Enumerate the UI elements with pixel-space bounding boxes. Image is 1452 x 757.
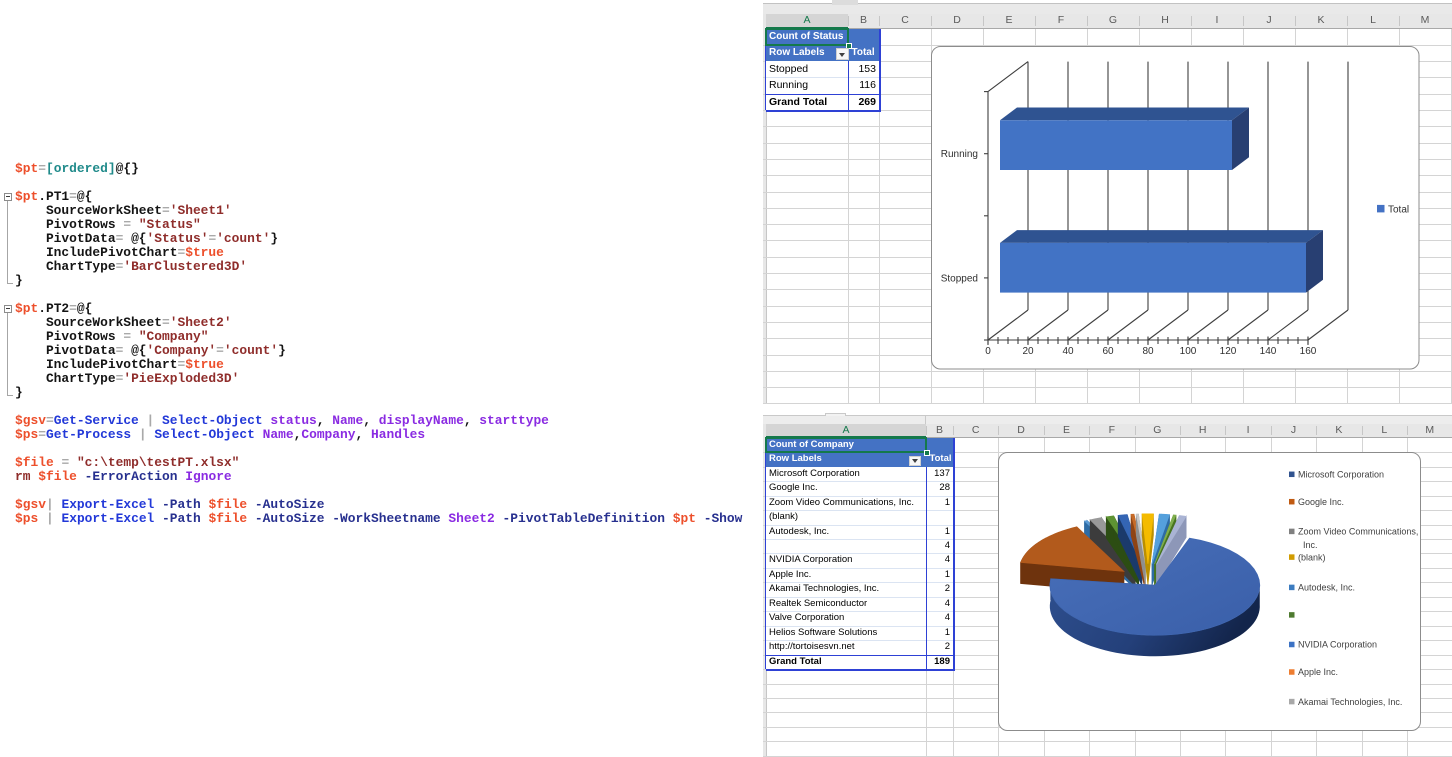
svg-text:Google Inc.: Google Inc.	[1298, 497, 1344, 507]
svg-text:Microsoft Corporation: Microsoft Corporation	[1298, 470, 1384, 480]
svg-text:120: 120	[1220, 346, 1237, 357]
svg-text:140: 140	[1260, 346, 1277, 357]
svg-text:Total: Total	[1388, 204, 1409, 215]
svg-text:60: 60	[1102, 346, 1114, 357]
svg-text:Autodesk, Inc.: Autodesk, Inc.	[1298, 583, 1355, 593]
svg-text:Running: Running	[941, 149, 978, 160]
svg-text:0: 0	[985, 346, 991, 357]
svg-text:20: 20	[1022, 346, 1034, 357]
svg-text:Zoom Video Communications,: Zoom Video Communications,	[1298, 527, 1418, 537]
svg-text:(blank): (blank)	[1298, 552, 1326, 562]
svg-text:Apple Inc.: Apple Inc.	[1298, 667, 1338, 677]
svg-text:160: 160	[1300, 346, 1317, 357]
svg-text:Inc.: Inc.	[1303, 540, 1318, 550]
svg-text:Stopped: Stopped	[941, 273, 978, 284]
svg-text:100: 100	[1180, 346, 1197, 357]
svg-text:40: 40	[1062, 346, 1074, 357]
svg-text:NVIDIA Corporation: NVIDIA Corporation	[1298, 640, 1377, 650]
svg-text:80: 80	[1142, 346, 1154, 357]
svg-text:Akamai Technologies, Inc.: Akamai Technologies, Inc.	[1298, 697, 1402, 707]
